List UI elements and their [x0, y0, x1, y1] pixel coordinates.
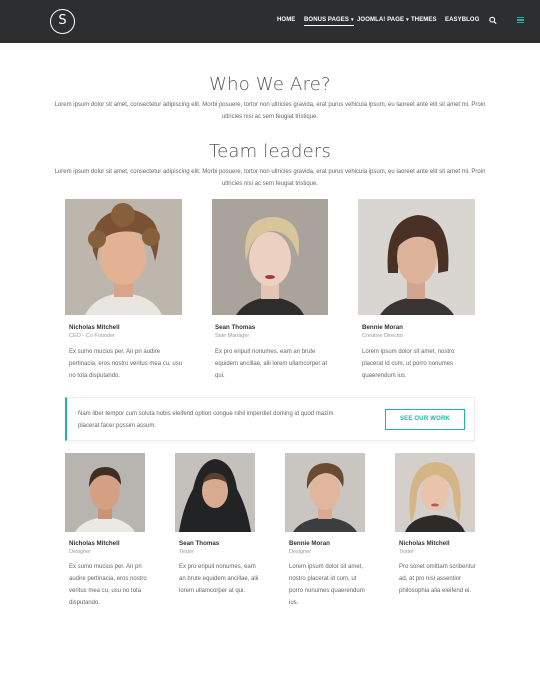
team-member-photo — [395, 453, 475, 532]
who-we-are-title: Who We Are? — [209, 74, 331, 95]
leader-role: Sale Manager — [215, 333, 250, 339]
hamburger-menu-icon[interactable] — [517, 17, 524, 24]
team-member-photo — [175, 453, 255, 532]
leader-bio: Lorem ipsum dolor sit amet, nostro place… — [362, 349, 455, 379]
team-member-role: Tester — [399, 549, 414, 555]
chevron-down-icon: ▾ — [351, 17, 354, 23]
team-member-name: Bennie Moran — [289, 540, 330, 547]
team-member-bio: Ex pro eripuit nonumes, eam an brute equ… — [179, 564, 259, 594]
nav-bonus-pages-label: BONUS PAGES — [304, 17, 349, 23]
chevron-down-icon: ▾ — [406, 17, 409, 23]
leader-name: Nicholas Mitchell — [69, 324, 120, 331]
team-member-bio: Lorem ipsum dolor sit amet, nostro place… — [289, 564, 365, 606]
leader-photo — [65, 199, 182, 315]
leader-role: CEO - Co Founder — [69, 333, 115, 339]
site-logo[interactable]: S — [50, 9, 75, 34]
site-header: S HOME BONUS PAGES ▾ JOOMLA! PAGE ▾ THEMES… — [0, 0, 540, 43]
search-icon[interactable] — [489, 16, 497, 25]
leader-photo — [358, 199, 475, 315]
who-we-are-text: Lorem ipsum dolor sit amet, consectetur … — [54, 102, 486, 120]
nav-joomla-page[interactable]: JOOMLA! PAGE ▾ — [357, 17, 409, 23]
team-member-role: Designer — [289, 549, 312, 555]
team-member-role: Tester — [179, 549, 194, 555]
team-member-name: Nicholas Mitchell — [399, 540, 450, 547]
team-member-photo — [65, 453, 145, 532]
leader-name: Sean Thomas — [215, 324, 256, 331]
team-member-bio: Pro sonet omittam scribentur ad, at pro … — [399, 564, 476, 594]
see-our-work-button[interactable]: SEE OUR WORK — [385, 409, 465, 430]
team-member-name: Nicholas Mitchell — [69, 540, 120, 547]
leader-bio: Ex sumo mucius per. An pri audire pertin… — [69, 349, 183, 379]
call-to-action-box: Nam liber tempor cum soluta nobis eleife… — [65, 397, 475, 441]
team-member-photo — [285, 453, 365, 532]
nav-easyblog[interactable]: EASYBLOG — [445, 17, 479, 23]
leader-bio: Ex pro eripuit nonumes, eam an brute equ… — [215, 349, 328, 379]
team-leaders-text: Lorem ipsum dolor sit amet, consectetur … — [54, 169, 486, 187]
nav-home[interactable]: HOME — [277, 17, 295, 23]
team-leaders-title: Team leaders — [208, 141, 332, 162]
nav-bonus-pages[interactable]: BONUS PAGES ▾ — [304, 17, 354, 26]
leader-role: Creative Director — [362, 333, 404, 339]
cta-text: Nam liber tempor cum soluta nobis eleife… — [78, 411, 334, 429]
nav-themes[interactable]: THEMES — [411, 17, 437, 23]
team-member-role: Designer — [69, 549, 92, 555]
leader-photo — [212, 199, 328, 315]
leader-name: Bennie Moran — [362, 324, 403, 331]
team-member-bio: Ex sumo mucius per. An pri audire pertin… — [69, 564, 147, 606]
nav-joomla-page-label: JOOMLA! PAGE — [357, 17, 405, 23]
team-member-name: Sean Thomas — [179, 540, 220, 547]
